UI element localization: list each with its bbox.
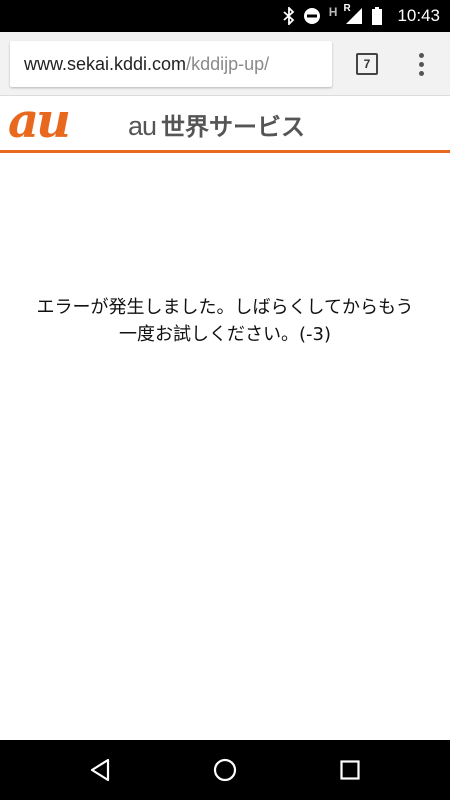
- error-message-line-2: 一度お試しください。(-3): [119, 324, 331, 345]
- au-logo[interactable]: au: [6, 93, 106, 149]
- signal-icon: R: [343, 3, 363, 25]
- url-path: /kddijp-up/: [186, 53, 270, 74]
- site-header: au au 世界サービス: [0, 93, 450, 153]
- service-logo-prefix: au: [128, 111, 157, 141]
- address-bar[interactable]: www.sekai.kddi.com/kddijp-up/: [10, 41, 332, 87]
- recents-icon[interactable]: [332, 752, 368, 788]
- browser-toolbar: www.sekai.kddi.com/kddijp-up/ 7: [0, 32, 450, 96]
- url-host: www.sekai.kddi.com: [24, 53, 187, 74]
- navigation-bar: [0, 740, 450, 800]
- tab-switcher-button[interactable]: 7: [356, 53, 378, 75]
- do-not-disturb-icon: [303, 7, 321, 25]
- clock: 10:43: [397, 6, 440, 25]
- battery-icon: [371, 7, 383, 25]
- page-content: エラーが発生しました。しばらくしてからもう 一度お試しください。(-3): [0, 156, 450, 740]
- error-message: エラーが発生しました。しばらくしてからもう 一度お試しください。(-3): [8, 294, 442, 348]
- status-icons: H R 10:43: [283, 0, 440, 32]
- back-icon[interactable]: [82, 752, 118, 788]
- svg-text:au: au: [8, 99, 69, 145]
- home-icon[interactable]: [207, 752, 243, 788]
- network-type-indicator: H: [329, 5, 338, 19]
- error-message-line-1: エラーが発生しました。しばらくしてからもう: [36, 297, 414, 318]
- bluetooth-icon: [283, 7, 295, 25]
- service-logo-name: 世界サービス: [161, 113, 306, 141]
- overflow-menu-icon[interactable]: [408, 50, 434, 78]
- roaming-label: R: [343, 3, 351, 14]
- network-type-label: H: [328, 5, 338, 19]
- tab-count-label: 7: [363, 57, 371, 71]
- status-bar: H R 10:43: [0, 0, 450, 32]
- service-logo: au 世界サービス: [128, 107, 305, 142]
